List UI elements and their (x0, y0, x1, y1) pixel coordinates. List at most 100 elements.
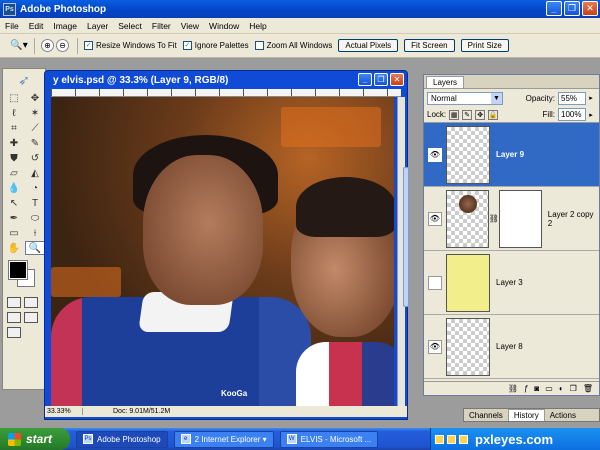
menu-layer[interactable]: Layer (82, 21, 113, 31)
tab-layers[interactable]: Layers (426, 76, 465, 88)
feather-icon[interactable]: ➶ (3, 69, 45, 91)
tab-actions[interactable]: Actions (545, 409, 581, 421)
lock-image-icon[interactable]: ✎ (462, 109, 473, 120)
quick-mask-icon[interactable] (24, 297, 38, 308)
standard-mode-icon[interactable] (7, 297, 21, 308)
menu-select[interactable]: Select (113, 21, 147, 31)
eraser-tool-icon[interactable]: ▱ (4, 166, 24, 180)
add-mask-icon[interactable]: ◙ (534, 384, 539, 393)
healing-brush-tool-icon[interactable]: ✚ (4, 136, 24, 150)
doc-restore-button[interactable]: ❐ (374, 73, 388, 86)
scroll-thumb[interactable] (403, 167, 409, 307)
stamp-tool-icon[interactable]: ⛊ (4, 151, 24, 165)
menu-help[interactable]: Help (244, 21, 271, 31)
zoom-level[interactable]: 33.33% (45, 408, 83, 415)
layer-thumbnail (445, 189, 489, 248)
history-brush-tool-icon[interactable]: ↺ (25, 151, 45, 165)
eye-icon[interactable]: 👁 (428, 147, 442, 162)
start-button[interactable]: start (0, 428, 70, 450)
slice-tool-icon[interactable]: ⟋ (25, 121, 45, 135)
vertical-scrollbar[interactable] (397, 97, 409, 407)
fit-screen-button[interactable]: Fit Screen (404, 39, 455, 52)
layer-row-layer-2-copy-2[interactable]: 👁 ⛓ Layer 2 copy 2 (424, 187, 599, 251)
chevron-down-icon: ▼ (491, 92, 502, 104)
zoom-tool-icon[interactable]: 🔍 (25, 241, 45, 255)
zoom-tool-icon[interactable]: 🔍▾ (10, 38, 28, 54)
eye-icon[interactable]: 👁 (428, 211, 442, 226)
lasso-tool-icon[interactable]: ℓ (4, 106, 24, 120)
fill-input[interactable]: 100% (558, 108, 586, 121)
blur-tool-icon[interactable]: 💧 (4, 181, 24, 195)
taskbar-item-word[interactable]: W ELVIS - Microsoft ... (279, 430, 379, 448)
adjustment-layer-icon[interactable]: ◐ (559, 384, 564, 393)
notes-tool-icon[interactable]: ▭ (4, 226, 24, 240)
shape-tool-icon[interactable]: ⬭ (25, 211, 45, 225)
actual-pixels-button[interactable]: Actual Pixels (338, 39, 399, 52)
screen-mode-full-icon[interactable] (24, 312, 38, 323)
layer-row-layer-9[interactable]: 👁 Layer 9 (424, 123, 599, 187)
tray-icon[interactable] (435, 434, 444, 444)
minimize-button[interactable]: _ (546, 1, 562, 16)
tray-icon[interactable] (447, 434, 456, 444)
screen-mode-standard-icon[interactable] (7, 312, 21, 323)
tab-channels[interactable]: Channels (464, 409, 508, 421)
bucket-tool-icon[interactable]: ◭ (25, 166, 45, 180)
trash-icon[interactable]: 🗑 (583, 384, 593, 393)
magic-wand-tool-icon[interactable]: ✶ (25, 106, 45, 120)
resize-windows-checkbox[interactable]: ✓ Resize Windows To Fit (84, 41, 177, 50)
type-tool-icon[interactable]: T (25, 196, 45, 210)
ignore-palettes-checkbox[interactable]: ✓ Ignore Palettes (182, 41, 249, 50)
layer-row-layer-8[interactable]: 👁 Layer 8 (424, 315, 599, 379)
imageready-icon[interactable] (7, 327, 21, 338)
new-layer-icon[interactable]: ❐ (570, 384, 577, 393)
blend-mode-select[interactable]: Normal ▼ (427, 91, 503, 105)
path-select-tool-icon[interactable]: ↖ (4, 196, 24, 210)
doc-close-button[interactable]: ✕ (390, 73, 404, 86)
lock-all-icon[interactable]: 🔒 (488, 109, 499, 120)
layer-style-icon[interactable]: ƒ (524, 384, 528, 393)
print-size-button[interactable]: Print Size (460, 39, 509, 52)
chain-link-icon[interactable]: ⛓ (489, 214, 499, 223)
checkbox-empty-icon (254, 41, 264, 50)
move-tool-icon[interactable]: ✥ (25, 91, 45, 105)
lock-position-icon[interactable]: ✥ (475, 109, 486, 120)
menu-image[interactable]: Image (48, 21, 82, 31)
menu-view[interactable]: View (176, 21, 204, 31)
tray-icon[interactable] (459, 434, 468, 444)
taskbar-item-photoshop[interactable]: Ps Adobe Photoshop (76, 430, 168, 448)
ie-icon: e (180, 434, 191, 444)
menu-window[interactable]: Window (204, 21, 244, 31)
eyedropper-tool-icon[interactable]: ⟊ (25, 226, 45, 240)
document-window-controls: _ ❐ ✕ (358, 73, 404, 86)
image-canvas[interactable]: KooGa (51, 97, 394, 407)
restore-button[interactable]: ❐ (564, 1, 580, 16)
foreground-color-swatch[interactable] (8, 260, 28, 280)
new-set-icon[interactable]: ▭ (545, 384, 553, 393)
dodge-tool-icon[interactable]: ◔ (25, 181, 45, 195)
link-layers-icon[interactable]: ⛓ (508, 384, 518, 393)
layer-name: Layer 9 (496, 150, 525, 159)
eye-hidden-icon[interactable] (428, 275, 442, 290)
eye-icon[interactable]: 👁 (428, 339, 442, 354)
tool-grid: ⬚ ✥ ℓ ✶ ⌗ ⟋ ✚ ✎ ⛊ ↺ ▱ ◭ 💧 ◔ ↖ T ✒ ⬭ ▭ ⟊ … (3, 91, 45, 255)
opacity-arrow-icon[interactable]: ▸ (586, 92, 596, 105)
menu-filter[interactable]: Filter (147, 21, 176, 31)
doc-minimize-button[interactable]: _ (358, 73, 372, 86)
tab-history[interactable]: History (507, 409, 545, 421)
menu-edit[interactable]: Edit (24, 21, 49, 31)
fill-arrow-icon[interactable]: ▸ (586, 108, 596, 121)
menu-file[interactable]: File (0, 21, 24, 31)
marquee-tool-icon[interactable]: ⬚ (4, 91, 24, 105)
hand-tool-icon[interactable]: ✋ (4, 241, 24, 255)
opacity-input[interactable]: 55% (558, 91, 586, 105)
lock-transparency-icon[interactable]: ▦ (449, 109, 460, 120)
crop-tool-icon[interactable]: ⌗ (4, 121, 24, 135)
taskbar-item-internet-explorer[interactable]: e2 Internet Explorer ▾ (173, 430, 274, 448)
zoom-out-icon[interactable]: ⊖ (56, 39, 69, 52)
layer-row-layer-3[interactable]: Layer 3 (424, 251, 599, 315)
pen-tool-icon[interactable]: ✒ (4, 211, 24, 225)
brush-tool-icon[interactable]: ✎ (25, 136, 45, 150)
zoom-all-windows-checkbox[interactable]: Zoom All Windows (254, 41, 332, 50)
zoom-in-icon[interactable]: ⊕ (41, 39, 54, 52)
close-button[interactable]: ✕ (582, 1, 598, 16)
